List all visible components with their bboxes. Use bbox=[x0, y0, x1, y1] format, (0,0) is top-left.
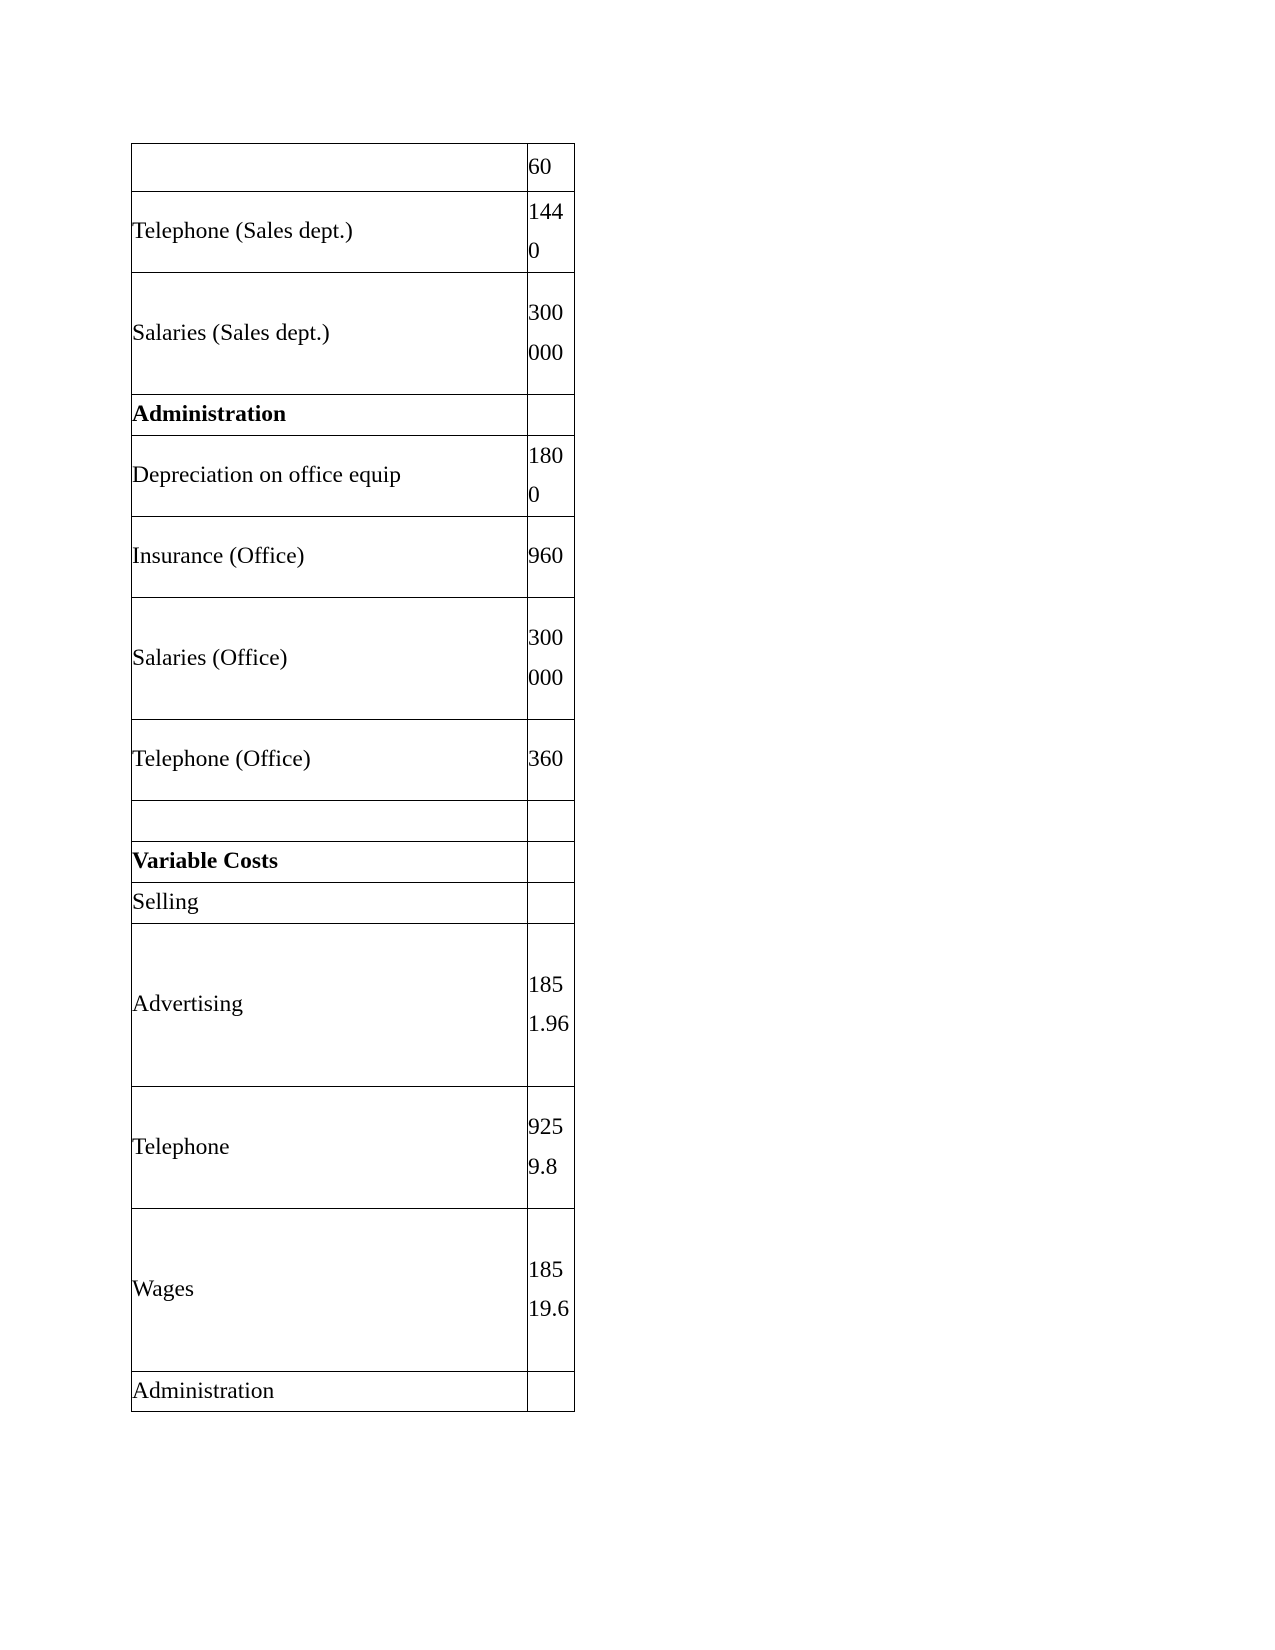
table-row: Variable Costs bbox=[131, 841, 575, 883]
row-value-cell bbox=[527, 882, 575, 924]
row-label-cell: Salaries (Sales dept.) bbox=[131, 272, 528, 395]
row-value-cell: 300000 bbox=[527, 597, 575, 720]
table-row: Administration bbox=[131, 1370, 575, 1413]
row-label-cell: Salaries (Office) bbox=[131, 597, 528, 720]
row-value-cell: 960 bbox=[527, 516, 575, 598]
row-value-cell: 1851.96 bbox=[527, 923, 575, 1087]
row-value-cell: 9259.8 bbox=[527, 1086, 575, 1209]
table-row: Salaries (Office) 300000 bbox=[131, 597, 575, 720]
row-label-cell bbox=[131, 143, 528, 192]
table-row: Administration bbox=[131, 394, 575, 436]
row-value-cell bbox=[527, 841, 575, 883]
document-page: 60 Telephone (Sales dept.) 1440 Salaries (S… bbox=[0, 0, 1275, 1650]
table-body: 60 Telephone (Sales dept.) 1440 Salaries (S… bbox=[131, 143, 575, 1413]
row-label-cell: Insurance (Office) bbox=[131, 516, 528, 598]
table-row: Telephone (Office) 360 bbox=[131, 719, 575, 801]
row-label-cell: Telephone (Office) bbox=[131, 719, 528, 801]
table-row: Telephone 9259.8 bbox=[131, 1086, 575, 1209]
cost-table: 60 Telephone (Sales dept.) 1440 Salaries (S… bbox=[131, 143, 575, 1413]
row-label-cell: Advertising bbox=[131, 923, 528, 1087]
row-value-cell: 360 bbox=[527, 719, 575, 801]
table-row: 60 bbox=[131, 143, 575, 192]
table-row: Advertising 1851.96 bbox=[131, 923, 575, 1087]
row-label-cell: Administration bbox=[131, 1370, 528, 1413]
row-value-cell bbox=[527, 1370, 575, 1413]
row-value-cell: 60 bbox=[527, 143, 575, 192]
row-label-cell: Variable Costs bbox=[131, 841, 528, 883]
table-row: Insurance (Office) 960 bbox=[131, 516, 575, 598]
row-value-cell: 18519.6 bbox=[527, 1208, 575, 1372]
row-label-cell: Telephone (Sales dept.) bbox=[131, 191, 528, 273]
row-value-cell: 1800 bbox=[527, 435, 575, 517]
row-label-cell: Wages bbox=[131, 1208, 528, 1372]
row-label-cell: Depreciation on office equip bbox=[131, 435, 528, 517]
table-row: Telephone (Sales dept.) 1440 bbox=[131, 191, 575, 273]
row-value-cell: 1440 bbox=[527, 191, 575, 273]
table-row: Depreciation on office equip 1800 bbox=[131, 435, 575, 517]
table-row bbox=[131, 800, 575, 842]
row-label-cell: Telephone bbox=[131, 1086, 528, 1209]
row-value-cell bbox=[527, 800, 575, 842]
table-row: Wages 18519.6 bbox=[131, 1208, 575, 1372]
row-value-cell: 300000 bbox=[527, 272, 575, 395]
row-label-cell bbox=[131, 800, 528, 842]
table-row: Selling bbox=[131, 882, 575, 924]
row-label-cell: Administration bbox=[131, 394, 528, 436]
row-value-cell bbox=[527, 394, 575, 436]
row-label-cell: Selling bbox=[131, 882, 528, 924]
table-row: Salaries (Sales dept.) 300000 bbox=[131, 272, 575, 395]
